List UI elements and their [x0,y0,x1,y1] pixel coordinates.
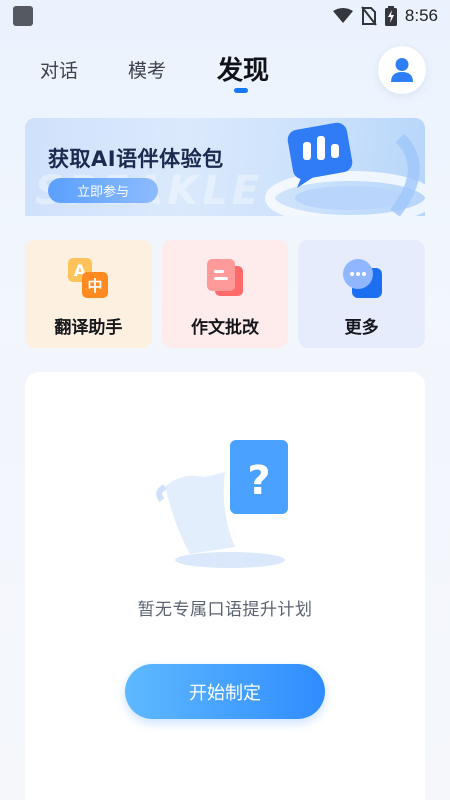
top-navigation: 对话 模考 发现 [0,46,450,102]
status-time: 8:56 [404,6,438,25]
tab-discover[interactable]: 发现 [217,50,269,87]
active-tab-indicator [234,88,248,93]
battery-charging-icon [384,6,397,26]
empty-plan-text: 暂无专属口语提升计划 [137,600,313,620]
chat-bubble-illustration-icon [265,122,425,216]
tab-chat[interactable]: 对话 [40,56,78,83]
question-scroll-icon: ? [156,440,288,568]
tool-more[interactable]: 更多 [298,240,426,348]
tool-translate-assistant[interactable]: A 中 翻译助手 [25,240,152,348]
no-sim-icon [361,6,377,26]
user-icon [391,58,413,82]
translate-icon: A 中 [68,258,109,298]
tool-label: 翻译助手 [54,318,123,338]
banner-title: 获取AI语伴体验包 [48,147,224,171]
speaking-plan-card: ? 暂无专属口语提升计划 开始制定 [25,372,425,800]
promo-banner[interactable]: SPEAKLE 获取AI语伴体验包 立即参与 [25,118,425,216]
tool-label: 作文批改 [191,318,259,338]
profile-button[interactable] [378,46,426,94]
status-bar: 8:56 [0,0,450,32]
svg-text:?: ? [247,458,270,504]
tool-essay-correction[interactable]: 作文批改 [161,240,289,348]
svg-text:中: 中 [88,277,103,295]
more-chat-icon [342,259,382,298]
tab-mock-exam[interactable]: 模考 [128,56,166,83]
wifi-icon [332,8,353,23]
status-indicators: 8:56 [332,4,438,28]
tool-grid: A 中 翻译助手 作文批改 更多 [25,240,426,348]
join-now-button[interactable]: 立即参与 [48,178,158,203]
start-plan-button[interactable]: 开始制定 [125,664,325,719]
essay-icon [207,259,243,296]
tool-label: 更多 [344,318,379,338]
notification-icon [13,6,33,26]
